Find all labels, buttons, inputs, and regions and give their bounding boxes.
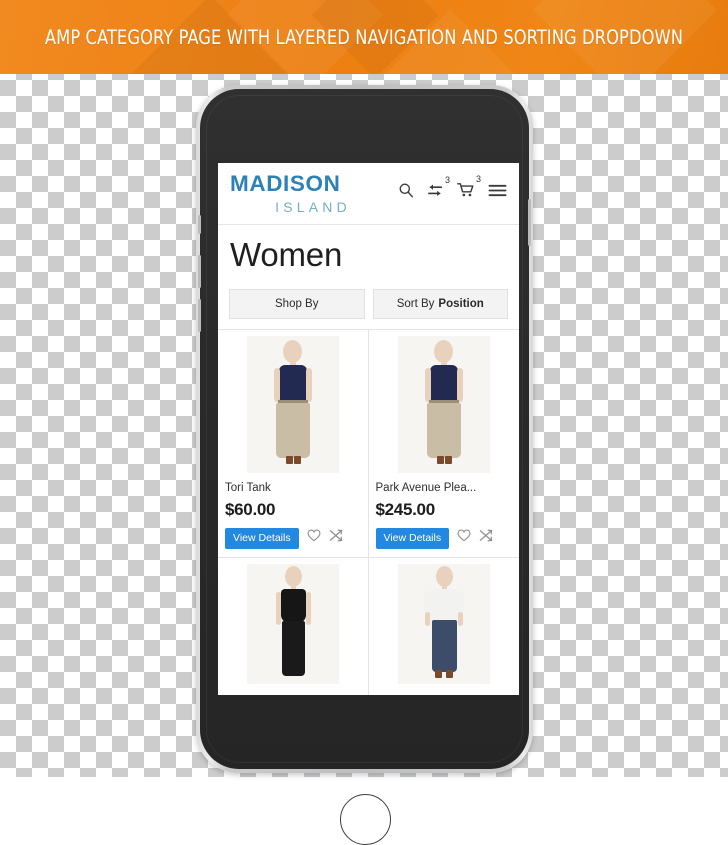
page-title: Women bbox=[230, 236, 343, 273]
compare-badge: 3 bbox=[444, 174, 450, 185]
home-button[interactable] bbox=[340, 794, 391, 845]
store-header: MADISON ISLAND 3 3 bbox=[218, 163, 519, 225]
phone-screen: MADISON ISLAND 3 3 Women Shop By Sort By… bbox=[218, 163, 519, 695]
compare-icon[interactable]: 3 bbox=[427, 175, 450, 203]
product-grid: Tori Tank $60.00 View Details Park Avenu… bbox=[218, 328, 519, 695]
heart-icon[interactable] bbox=[307, 529, 321, 547]
volume-up-button[interactable] bbox=[198, 255, 201, 288]
search-icon[interactable] bbox=[398, 182, 414, 203]
compare-arrows-icon[interactable] bbox=[479, 529, 493, 547]
store-logo[interactable]: MADISON ISLAND bbox=[230, 173, 398, 214]
banner-title: AMP CATEGORY PAGE WITH LAYERED NAVIGATIO… bbox=[44, 25, 684, 49]
product-card[interactable]: Tori Tank $60.00 View Details bbox=[218, 329, 369, 559]
shop-by-button[interactable]: Shop By bbox=[229, 288, 365, 319]
shop-by-label: Shop By bbox=[275, 297, 319, 310]
catalog-toolbar: Shop By Sort By Position bbox=[218, 288, 519, 329]
product-image[interactable] bbox=[246, 564, 339, 685]
compare-arrows-icon[interactable] bbox=[329, 529, 343, 547]
logo-line-madison: MADISON bbox=[230, 171, 341, 197]
silent-switch[interactable] bbox=[198, 215, 201, 234]
product-price: $60.00 bbox=[225, 499, 276, 519]
phone-body: MADISON ISLAND 3 3 Women Shop By Sort By… bbox=[198, 89, 531, 845]
product-name: Park Avenue Plea... bbox=[375, 481, 477, 494]
product-card[interactable] bbox=[218, 558, 369, 695]
product-image[interactable] bbox=[397, 564, 490, 685]
product-image[interactable] bbox=[246, 335, 339, 473]
cart-icon[interactable]: 3 bbox=[457, 175, 481, 203]
power-button[interactable] bbox=[528, 199, 531, 246]
sort-by-dropdown[interactable]: Sort By Position bbox=[372, 288, 508, 319]
volume-down-button[interactable] bbox=[198, 299, 201, 332]
cart-badge: 3 bbox=[475, 174, 481, 184]
page-root: AMP CATEGORY PAGE WITH LAYERED NAVIGATIO… bbox=[0, 0, 728, 845]
banner: AMP CATEGORY PAGE WITH LAYERED NAVIGATIO… bbox=[0, 0, 728, 74]
view-details-button[interactable]: View Details bbox=[225, 527, 299, 550]
product-price: $245.00 bbox=[375, 499, 436, 519]
product-name: Tori Tank bbox=[225, 481, 271, 494]
heart-icon[interactable] bbox=[457, 529, 471, 547]
header-icon-group: 3 3 bbox=[398, 175, 507, 205]
product-card[interactable] bbox=[368, 558, 519, 695]
product-image[interactable] bbox=[397, 335, 490, 473]
sort-by-label: Sort By bbox=[396, 297, 435, 310]
view-details-button[interactable]: View Details bbox=[375, 527, 450, 550]
product-actions: View Details bbox=[375, 527, 513, 550]
product-card[interactable]: Park Avenue Plea... $245.00 View Details bbox=[368, 329, 519, 559]
sort-by-value: Position bbox=[438, 297, 484, 310]
logo-line-island: ISLAND bbox=[275, 198, 351, 215]
phone-mockup: MADISON ISLAND 3 3 Women Shop By Sort By… bbox=[196, 85, 533, 845]
product-actions: View Details bbox=[225, 527, 361, 550]
menu-icon[interactable] bbox=[488, 183, 507, 203]
